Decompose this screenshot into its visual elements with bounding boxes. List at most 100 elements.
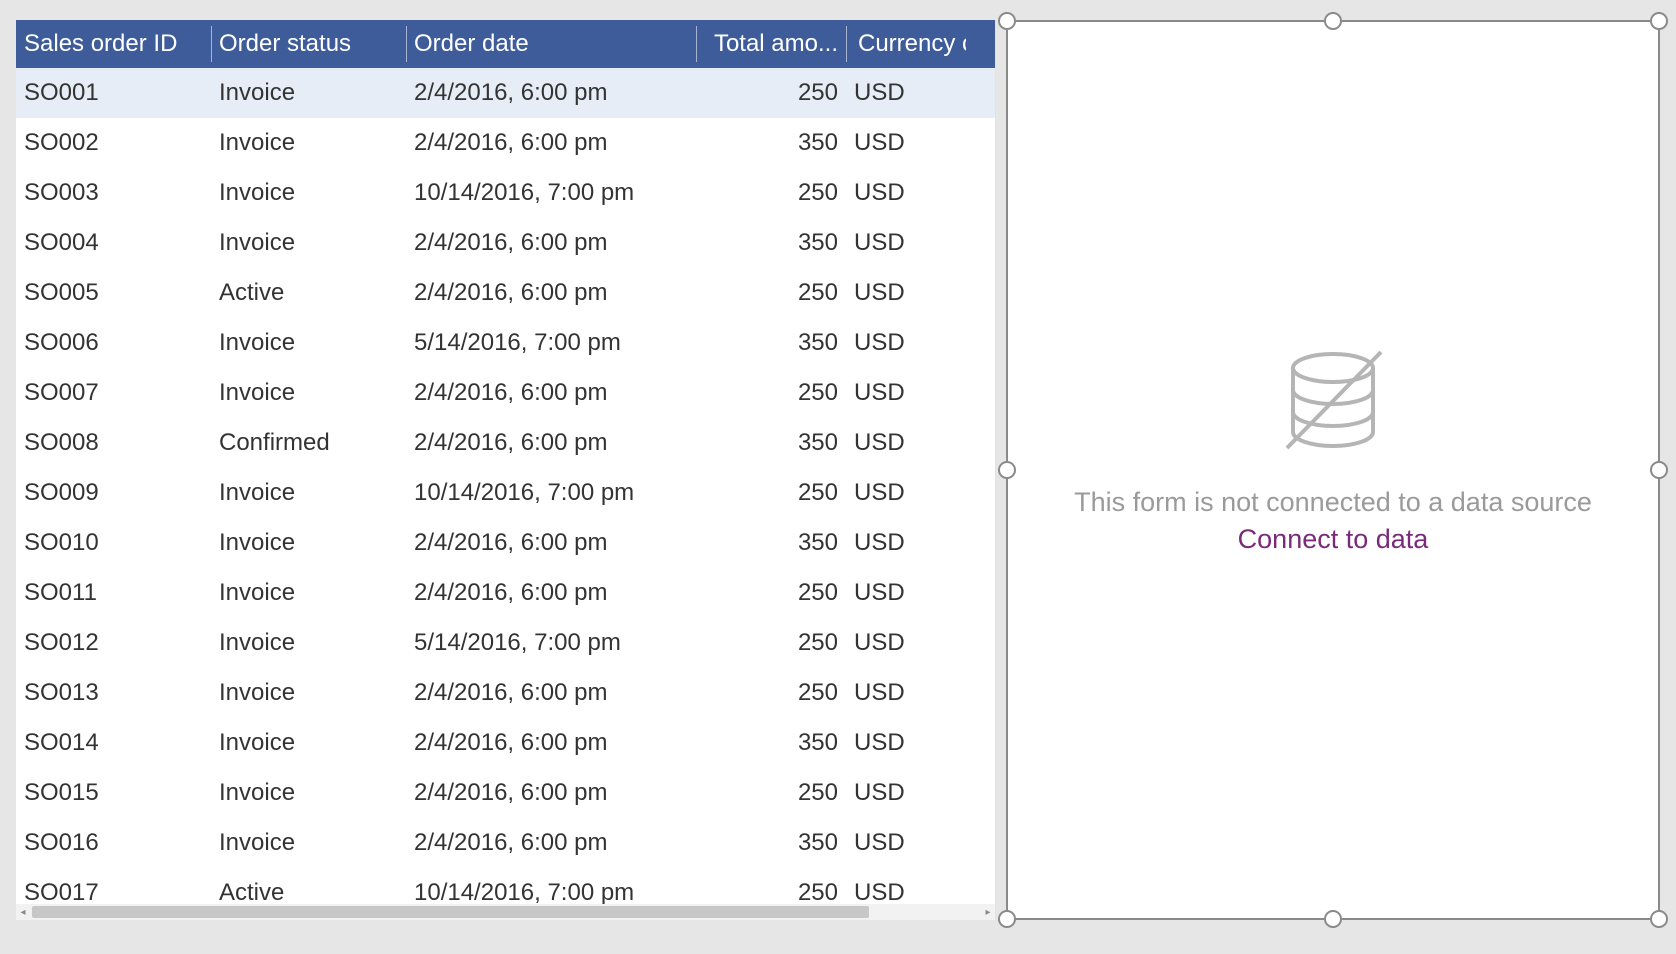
cell-order-status: Invoice <box>211 529 406 557</box>
table-row[interactable]: SO013Invoice2/4/2016, 6:00 pm250USD <box>16 668 995 718</box>
table-row[interactable]: SO012Invoice5/14/2016, 7:00 pm250USD <box>16 618 995 668</box>
cell-total-amount: 350 <box>696 229 846 257</box>
cell-order-date: 2/4/2016, 6:00 pm <box>406 779 696 807</box>
cell-sales-order-id: SO012 <box>16 629 211 657</box>
table-row[interactable]: SO015Invoice2/4/2016, 6:00 pm250USD <box>16 768 995 818</box>
table-row[interactable]: SO016Invoice2/4/2016, 6:00 pm350USD <box>16 818 995 868</box>
table-body[interactable]: SO001Invoice2/4/2016, 6:00 pm250USDSO002… <box>16 68 995 904</box>
sales-order-table: Sales order ID Order status Order date T… <box>16 20 996 920</box>
cell-total-amount: 350 <box>696 829 846 857</box>
cell-currency: USD <box>846 229 966 257</box>
cell-currency: USD <box>846 729 966 757</box>
column-header-currency[interactable]: Currency of T <box>846 20 966 68</box>
database-disconnected-icon <box>1273 346 1393 463</box>
cell-currency: USD <box>846 329 966 357</box>
cell-order-status: Invoice <box>211 79 406 107</box>
cell-order-status: Invoice <box>211 679 406 707</box>
cell-order-date: 5/14/2016, 7:00 pm <box>406 629 696 657</box>
cell-currency: USD <box>846 529 966 557</box>
cell-sales-order-id: SO017 <box>16 879 211 904</box>
cell-sales-order-id: SO007 <box>16 379 211 407</box>
cell-currency: USD <box>846 579 966 607</box>
cell-order-date: 10/14/2016, 7:00 pm <box>406 179 696 207</box>
table-row[interactable]: SO008Confirmed2/4/2016, 6:00 pm350USD <box>16 418 995 468</box>
horizontal-scrollbar[interactable]: ◂ ▸ <box>16 904 995 920</box>
cell-currency: USD <box>846 779 966 807</box>
cell-total-amount: 250 <box>696 379 846 407</box>
resize-handle-bottom-right[interactable] <box>1650 910 1668 928</box>
table-row[interactable]: SO010Invoice2/4/2016, 6:00 pm350USD <box>16 518 995 568</box>
table-row[interactable]: SO017Active10/14/2016, 7:00 pm250USD <box>16 868 995 904</box>
resize-handle-middle-right[interactable] <box>1650 461 1668 479</box>
cell-order-status: Invoice <box>211 129 406 157</box>
cell-order-status: Invoice <box>211 829 406 857</box>
cell-order-status: Invoice <box>211 779 406 807</box>
cell-order-status: Invoice <box>211 729 406 757</box>
cell-sales-order-id: SO008 <box>16 429 211 457</box>
table-row[interactable]: SO005Active2/4/2016, 6:00 pm250USD <box>16 268 995 318</box>
cell-currency: USD <box>846 629 966 657</box>
cell-sales-order-id: SO004 <box>16 229 211 257</box>
cell-order-status: Invoice <box>211 479 406 507</box>
cell-sales-order-id: SO006 <box>16 329 211 357</box>
cell-order-status: Invoice <box>211 379 406 407</box>
connect-to-data-link[interactable]: Connect to data <box>1074 524 1592 555</box>
cell-currency: USD <box>846 79 966 107</box>
column-header-total-amount[interactable]: Total amo... <box>696 20 846 68</box>
cell-total-amount: 350 <box>696 729 846 757</box>
cell-order-date: 2/4/2016, 6:00 pm <box>406 729 696 757</box>
cell-order-status: Invoice <box>211 579 406 607</box>
cell-total-amount: 350 <box>696 329 846 357</box>
cell-total-amount: 350 <box>696 429 846 457</box>
column-header-sales-order-id[interactable]: Sales order ID <box>16 20 211 68</box>
column-header-order-status[interactable]: Order status <box>211 20 406 68</box>
table-row[interactable]: SO011Invoice2/4/2016, 6:00 pm250USD <box>16 568 995 618</box>
cell-order-date: 10/14/2016, 7:00 pm <box>406 879 696 904</box>
scroll-left-icon[interactable]: ◂ <box>16 907 30 918</box>
resize-handle-top-left[interactable] <box>998 12 1016 30</box>
column-header-order-date[interactable]: Order date <box>406 20 696 68</box>
cell-sales-order-id: SO013 <box>16 679 211 707</box>
table-row[interactable]: SO007Invoice2/4/2016, 6:00 pm250USD <box>16 368 995 418</box>
resize-handle-top-right[interactable] <box>1650 12 1668 30</box>
cell-order-status: Invoice <box>211 329 406 357</box>
cell-order-date: 2/4/2016, 6:00 pm <box>406 279 696 307</box>
table-row[interactable]: SO001Invoice2/4/2016, 6:00 pm250USD <box>16 68 995 118</box>
cell-order-date: 2/4/2016, 6:00 pm <box>406 829 696 857</box>
cell-total-amount: 250 <box>696 279 846 307</box>
cell-total-amount: 250 <box>696 79 846 107</box>
table-row[interactable]: SO009Invoice10/14/2016, 7:00 pm250USD <box>16 468 995 518</box>
cell-order-status: Active <box>211 879 406 904</box>
resize-handle-bottom-middle[interactable] <box>1324 910 1342 928</box>
resize-handle-bottom-left[interactable] <box>998 910 1016 928</box>
scroll-right-icon[interactable]: ▸ <box>981 907 995 918</box>
resize-handle-top-middle[interactable] <box>1324 12 1342 30</box>
cell-order-status: Invoice <box>211 229 406 257</box>
table-row[interactable]: SO002Invoice2/4/2016, 6:00 pm350USD <box>16 118 995 168</box>
table-row[interactable]: SO006Invoice5/14/2016, 7:00 pm350USD <box>16 318 995 368</box>
cell-order-status: Active <box>211 279 406 307</box>
cell-sales-order-id: SO002 <box>16 129 211 157</box>
cell-currency: USD <box>846 279 966 307</box>
cell-currency: USD <box>846 429 966 457</box>
cell-order-status: Invoice <box>211 629 406 657</box>
cell-total-amount: 250 <box>696 879 846 904</box>
form-control[interactable]: This form is not connected to a data sou… <box>1006 20 1660 920</box>
table-row[interactable]: SO004Invoice2/4/2016, 6:00 pm350USD <box>16 218 995 268</box>
cell-total-amount: 350 <box>696 529 846 557</box>
cell-order-date: 2/4/2016, 6:00 pm <box>406 229 696 257</box>
cell-order-date: 2/4/2016, 6:00 pm <box>406 529 696 557</box>
cell-sales-order-id: SO009 <box>16 479 211 507</box>
table-row[interactable]: SO014Invoice2/4/2016, 6:00 pm350USD <box>16 718 995 768</box>
cell-total-amount: 250 <box>696 579 846 607</box>
resize-handle-middle-left[interactable] <box>998 461 1016 479</box>
cell-currency: USD <box>846 179 966 207</box>
scrollbar-thumb[interactable] <box>32 906 869 918</box>
cell-sales-order-id: SO016 <box>16 829 211 857</box>
cell-currency: USD <box>846 479 966 507</box>
cell-currency: USD <box>846 129 966 157</box>
cell-total-amount: 250 <box>696 679 846 707</box>
cell-currency: USD <box>846 679 966 707</box>
cell-total-amount: 350 <box>696 129 846 157</box>
table-row[interactable]: SO003Invoice10/14/2016, 7:00 pm250USD <box>16 168 995 218</box>
